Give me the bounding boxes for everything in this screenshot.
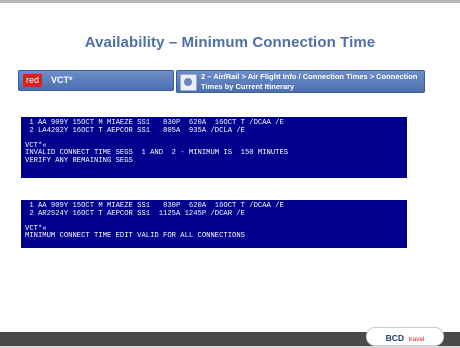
slide-title: Availability – Minimum Connection Time [84, 34, 376, 51]
terminal-line: VERIFY ANY REMAINING SEGS [25, 156, 133, 165]
logo-brand: BCD [385, 333, 405, 343]
terminal-line: 2 LA4202Y 16OCT T AEPCOR SS1 805A 935A /… [25, 126, 245, 135]
logo-suffix: travel [408, 336, 425, 343]
terminal-screen-2: 1 AA 909Y 15OCT M MIAEZE SS1 830P 620A 1… [21, 200, 407, 248]
menu-path-text: 2 – Air/Rail > Air Flight Info / Connect… [201, 72, 418, 91]
terminal-line: MINIMUM CONNECT TIME EDIT VALID FOR ALL … [25, 232, 245, 241]
command-box: red VCT* [18, 70, 174, 91]
terminal-screen-1: 1 AA 909Y 15OCT M MIAEZE SS1 830P 620A 1… [21, 117, 407, 178]
bcd-travel-logo: BCD travel [366, 327, 444, 346]
top-rule [0, 0, 460, 3]
red-tag: red [23, 74, 43, 87]
terminal-line: 2 AR2524Y 16OCT T AEPCOR SS1 1125A 1245P… [25, 209, 245, 218]
command-text: VCT* [51, 75, 73, 85]
slide: Availability – Minimum Connection Time r… [0, 0, 460, 346]
menu-path-box: 2 – Air/Rail > Air Flight Info / Connect… [176, 70, 425, 93]
menu-icon [180, 74, 197, 91]
